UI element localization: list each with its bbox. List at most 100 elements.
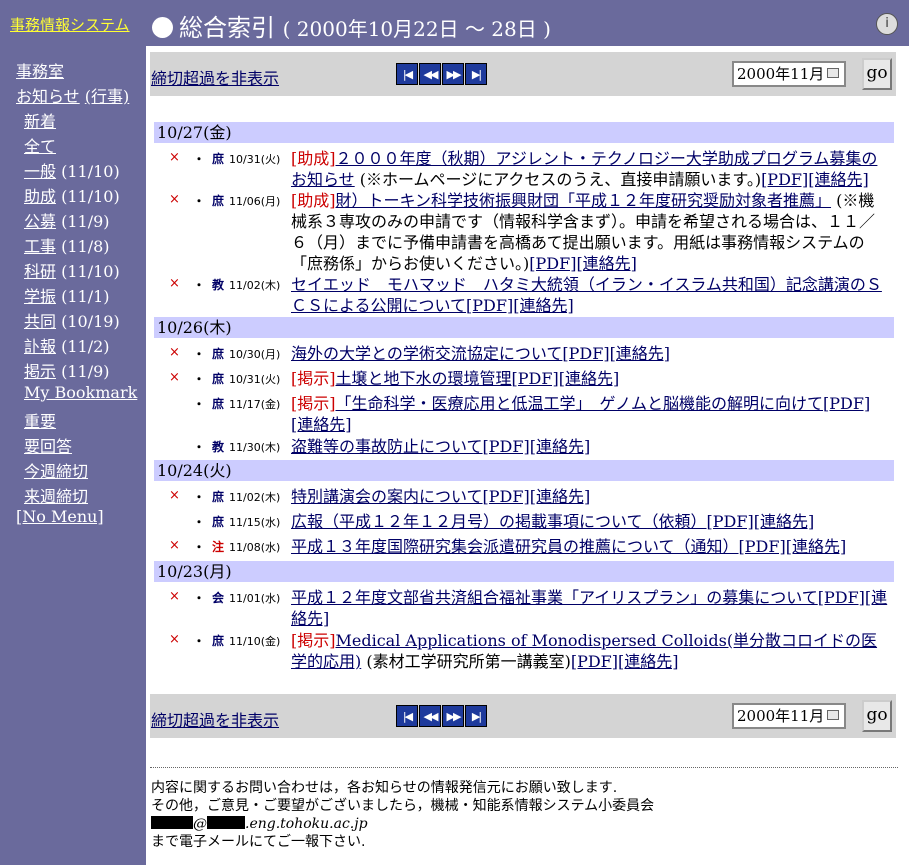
nav-next-button[interactable]: ▶▶ [442,63,464,85]
sidebar-item-notices[interactable]: お知らせ (行事) [16,83,129,107]
sidebar-item-label[interactable]: 来週締切 [24,487,88,506]
month-select[interactable]: 2000年11月 [732,61,846,87]
footer-email[interactable]: @ .eng.tohoku.ac.jp [151,815,368,833]
pdf-link[interactable]: [PDF] [818,588,865,607]
system-home-link[interactable]: 事務情報システム [10,14,130,35]
notice-title-link[interactable]: 特別講演会の案内について [291,487,483,506]
sidebar-item-label[interactable]: 一般 [24,162,56,181]
contact-link[interactable]: [連絡先] [530,437,591,456]
contact-link[interactable]: [連絡先] [610,344,671,363]
sidebar-item-label[interactable]: 公募 [24,212,56,231]
contact-link[interactable]: [連絡先] [559,369,620,388]
sidebar-item[interactable]: 掲示 (11/9) [24,358,110,382]
sidebar-item-label[interactable]: 訃報 [24,337,56,356]
sidebar-item[interactable]: 訃報 (11/2) [24,333,110,357]
contact-link[interactable]: [連絡先] [291,415,352,434]
overdue-x-icon: × [169,276,180,291]
contact-link[interactable]: [連絡先] [786,537,847,556]
dropdown-arrow-icon [827,68,839,78]
pdf-link[interactable]: [PDF] [761,170,808,189]
pdf-link[interactable]: [PDF] [739,537,786,556]
sidebar-item[interactable]: 公募 (11/9) [24,208,110,232]
sidebar-item-label[interactable]: 科研 [24,262,56,281]
pdf-link[interactable]: [PDF] [466,296,513,315]
sidebar-item[interactable]: 学振 (11/1) [24,283,110,307]
sidebar-item[interactable]: 全て [24,133,56,157]
hide-overdue-link[interactable]: 締切超過を非表示 [151,65,279,89]
section-tag: ・庶 [193,194,225,208]
sidebar-item-label[interactable]: 今週締切 [24,462,88,481]
sidebar-item[interactable]: 共同 (10/19) [24,308,120,332]
sidebar-item-label[interactable]: 共同 [24,312,56,331]
notice-title-link[interactable]: 「生命科学・医療応用と低温工学」 ゲノムと脳機能の解明に向けて [336,394,824,413]
info-balloon-icon[interactable]: i [876,13,898,35]
pdf-link[interactable]: [PDF] [571,652,618,671]
sidebar-item-label[interactable]: 助成 [24,187,56,206]
nav-first-button[interactable]: |◀ [396,705,418,727]
nav-next-button[interactable]: ▶▶ [442,705,464,727]
sidebar-item-label[interactable]: 学振 [24,287,56,306]
sidebar-item-label[interactable]: 掲示 [24,362,56,381]
redacted-block [151,816,193,829]
sidebar-item-events[interactable]: (行事) [85,87,130,106]
notice-text: [掲示]Medical Applications of Monodisperse… [291,630,888,672]
bullet-dot-icon: ・ [193,515,206,529]
sidebar-item[interactable]: 来週締切 [24,483,88,507]
pdf-link[interactable]: [PDF] [707,512,754,531]
sidebar-item[interactable]: 新着 [24,108,56,132]
go-button[interactable]: go [862,58,892,90]
notice-title-link[interactable]: 土壌と地下水の環境管理 [336,369,512,388]
contact-link[interactable]: [連絡先] [513,296,574,315]
contact-link[interactable]: [連絡先] [754,512,815,531]
section-tag: ・教 [193,440,225,454]
sidebar-no-menu[interactable]: [No Menu] [16,507,104,526]
contact-link[interactable]: [連絡先] [576,254,637,273]
sidebar-item-label[interactable]: 工事 [24,237,56,256]
notice-title-link[interactable]: 盗難等の事故防止について [291,437,483,456]
contact-link[interactable]: [連絡先] [808,170,869,189]
sidebar-item-label[interactable]: My Bookmark [24,383,137,402]
notice-title-link[interactable]: 平成１３年度国際研究集会派遣研究員の推薦について（通知） [291,537,739,556]
due-date: 11/17(金) [229,398,281,411]
overdue-x-icon: × [169,370,180,385]
sidebar-item[interactable]: 科研 (11/10) [24,258,120,282]
month-select-bottom[interactable]: 2000年11月 [732,703,846,729]
sidebar-item-office[interactable]: 事務室 [16,58,64,82]
sidebar-item-label[interactable]: 要回答 [24,437,72,456]
sidebar-item-label[interactable]: 重要 [24,412,56,431]
category-label: [掲示] [291,369,336,388]
nav-first-button[interactable]: |◀ [396,63,418,85]
nav-prev-button[interactable]: ◀◀ [419,63,441,85]
contact-link[interactable]: [連絡先] [530,487,591,506]
notice-title-link[interactable]: 海外の大学との学術交流協定について [291,344,562,363]
go-button-bottom[interactable]: go [862,700,892,732]
sidebar-item[interactable]: My Bookmark [24,383,137,402]
sidebar-item[interactable]: 助成 (11/10) [24,183,120,207]
pdf-link[interactable]: [PDF] [562,344,609,363]
pdf-link[interactable]: [PDF] [823,394,870,413]
notice-title-link[interactable]: 平成１２年度文部省共済組合福祉事業「アイリスプラン」の募集について [291,588,818,607]
sidebar-item[interactable]: 今週締切 [24,458,88,482]
pdf-link[interactable]: [PDF] [512,369,559,388]
pdf-link[interactable]: [PDF] [483,437,530,456]
nav-last-button[interactable]: ▶| [465,705,487,727]
section-tag: ・庶 [193,372,225,386]
nav-last-button[interactable]: ▶| [465,63,487,85]
pdf-link[interactable]: [PDF] [529,254,576,273]
pdf-link[interactable]: [PDF] [483,487,530,506]
sidebar-item-label[interactable]: 全て [24,137,56,156]
hide-overdue-link-bottom[interactable]: 締切超過を非表示 [151,707,279,731]
nav-prev-button[interactable]: ◀◀ [419,705,441,727]
notice-title-link[interactable]: 広報（平成１２年１２月号）の掲載事項について（依頼） [291,512,707,531]
sidebar-item[interactable]: 要回答 [24,433,72,457]
notice-title-link[interactable]: セイエッド モハマッド ハタミ大統領（イラン・イスラム共和国）記念講演のＳＣＳに… [291,275,882,315]
sidebar-item[interactable]: 一般 (11/10) [24,158,120,182]
notice-title-link[interactable]: 財）トーキン科学技術振興財団「平成１２年度研究奨励対象者推薦」 [336,191,832,210]
page-nav: |◀ ◀◀ ▶▶ ▶| [396,63,487,85]
section-tag: ・教 [193,278,225,292]
sidebar-item[interactable]: 工事 (11/8) [24,233,110,257]
sidebar-item[interactable]: 重要 [24,408,56,432]
contact-link[interactable]: [連絡先] [618,652,679,671]
sidebar-item-label[interactable]: 新着 [24,112,56,131]
overdue-x-icon: × [169,345,180,360]
